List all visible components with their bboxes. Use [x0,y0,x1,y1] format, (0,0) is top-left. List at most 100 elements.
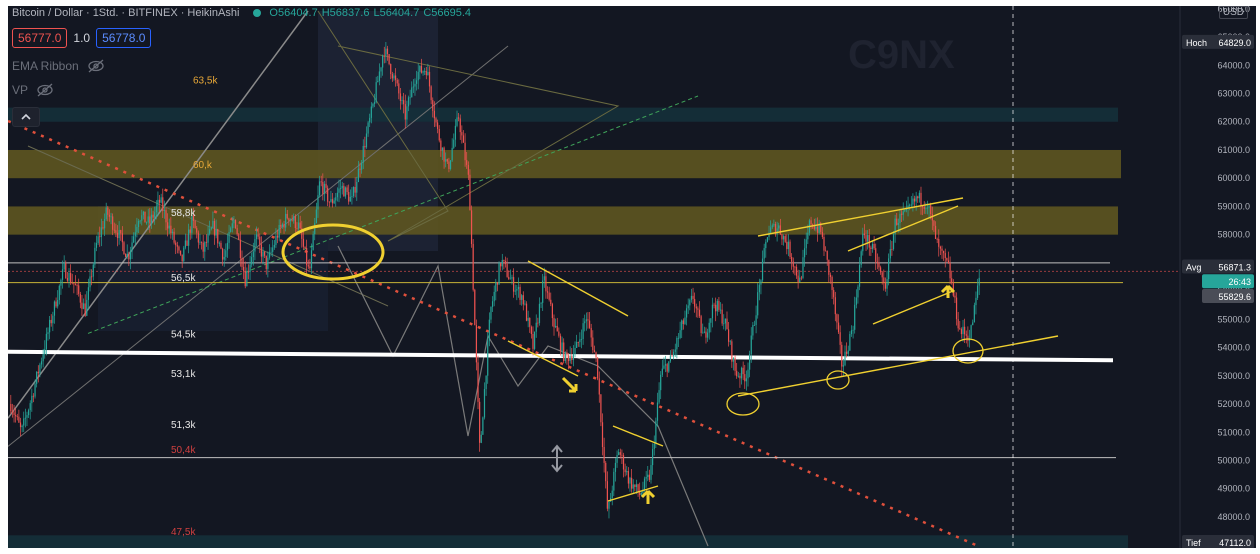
candle [957,319,959,329]
candle [852,329,854,331]
candle [149,216,151,224]
candle [750,335,752,355]
candle [732,358,735,362]
candle [322,181,324,194]
candle [800,277,802,279]
candle [862,233,864,252]
candle [493,291,495,302]
candle [834,297,836,315]
price-tick-label: 58000.0 [1217,230,1250,240]
candle [325,183,327,188]
candle [605,462,607,482]
eye-off-icon[interactable] [87,59,105,73]
candle [197,232,199,243]
candle [598,378,600,395]
indicator-label: EMA Ribbon [12,59,79,73]
candle [643,478,646,490]
candle [825,250,827,252]
candle [469,174,471,211]
price-tag-name: Tief [1186,538,1201,548]
indicator-vp[interactable]: VP [12,83,54,97]
candle [973,305,975,323]
candle [370,106,372,118]
sell-button[interactable]: 56777.0 [12,28,68,48]
candle [252,251,254,258]
candle [412,86,414,88]
candle [975,297,977,306]
candle [422,71,424,73]
chart-panel[interactable]: C9NX 63,5k 60,k 58,8k 56,5k 54,5k 53,1k 51,3k 50… [8,6,1256,548]
candle [92,264,94,277]
candle [926,207,929,209]
candle [778,225,780,229]
candle [685,308,688,318]
candle [158,199,161,203]
collapse-legend-button[interactable] [12,107,40,127]
candle [546,291,549,293]
candle [183,247,185,262]
candle [912,198,914,205]
candle [821,231,823,237]
candle [884,282,887,289]
candle [443,147,445,162]
candle [112,216,114,230]
candle [600,394,602,423]
candle [285,213,287,228]
candle [411,87,413,98]
candle [103,218,106,229]
candle [137,221,140,228]
candle [587,319,589,321]
candle [359,168,361,170]
candle [218,242,220,244]
candle [299,222,301,229]
candle [922,206,924,207]
candle [61,269,64,280]
candle [346,187,348,193]
candle [867,234,869,242]
candle [803,248,806,258]
candle [631,477,633,489]
candle [616,454,618,463]
candle [390,64,392,75]
candle [383,55,385,57]
candle [440,140,442,151]
level-label: 56,5k [171,273,196,284]
candle [684,317,686,324]
price-tick-label: 60000.0 [1217,173,1250,183]
candle [81,302,83,309]
buy-button[interactable]: 56778.0 [96,28,152,48]
trade-buttons: 56777.0 1.0 56778.0 [12,28,152,48]
level-label: 54,5k [171,329,196,340]
candle [406,106,408,120]
candle [522,295,524,305]
candle [333,200,335,204]
candle [470,210,473,244]
candle [579,339,581,343]
candle [437,122,439,129]
candle [786,241,788,250]
price-chart[interactable]: C9NX 63,5k 60,k 58,8k 56,5k 54,5k 53,1k 51,3k 50… [8,6,1256,548]
candle [671,355,673,357]
candle [624,469,626,473]
candle [896,218,898,225]
candle [555,325,557,328]
candle [207,233,209,243]
candle [344,187,347,197]
candle [606,481,608,509]
indicator-ema-ribbon[interactable]: EMA Ribbon [12,59,105,73]
candle [50,319,52,324]
candle [690,295,693,300]
eye-off-icon[interactable] [36,83,54,97]
candle [420,65,423,73]
candle [713,304,715,306]
candle [124,254,127,257]
candle [482,417,484,435]
candle [453,139,455,148]
candle [194,220,196,229]
candle [629,477,631,484]
candle [37,371,39,374]
candle [160,197,162,203]
currency-label[interactable]: USD [1218,6,1248,19]
symbol-title[interactable]: Bitcoin / Dollar · 1Std. · BITFINEX · He… [12,7,239,19]
candle [888,258,890,280]
